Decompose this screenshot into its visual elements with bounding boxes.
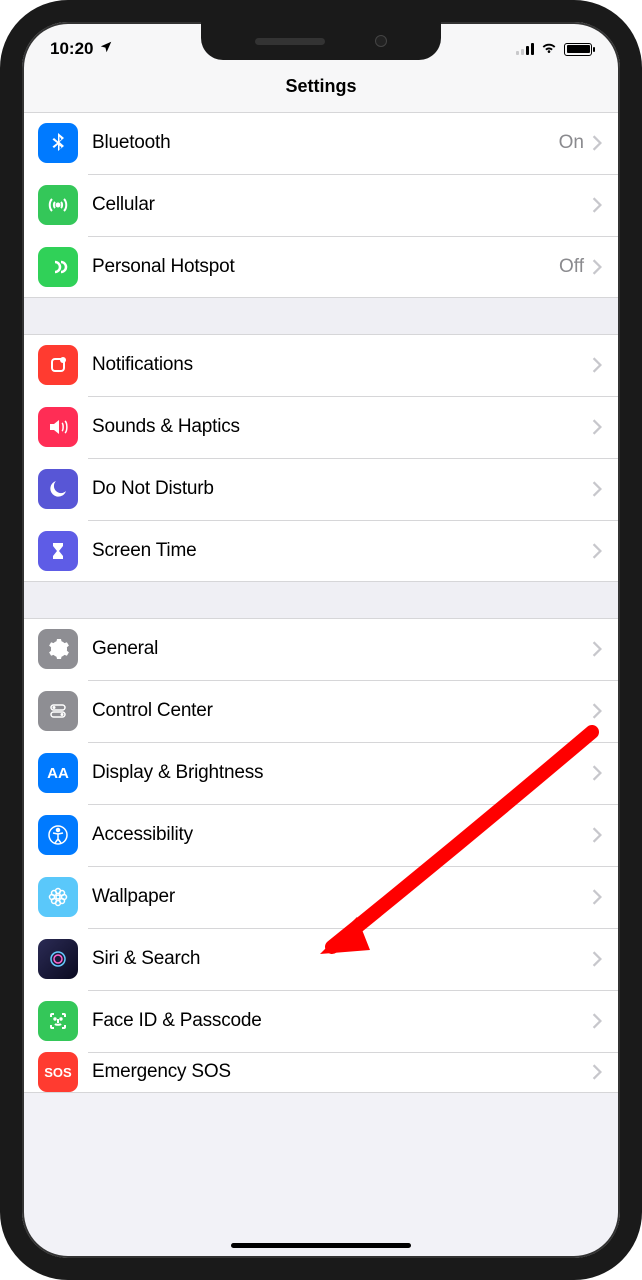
chevron-right-icon: [592, 641, 602, 657]
chevron-right-icon: [592, 135, 602, 151]
row-siri[interactable]: Siri & Search: [22, 928, 620, 990]
chevron-right-icon: [592, 1064, 602, 1080]
row-sounds[interactable]: Sounds & Haptics: [22, 396, 620, 458]
row-general[interactable]: General: [22, 618, 620, 680]
row-cellular[interactable]: Cellular: [22, 174, 620, 236]
row-value: Off: [559, 256, 584, 278]
chevron-right-icon: [592, 827, 602, 843]
row-display[interactable]: AA Display & Brightness: [22, 742, 620, 804]
location-icon: [99, 39, 113, 59]
faceid-icon: [38, 1001, 78, 1041]
row-label: Siri & Search: [92, 948, 592, 970]
row-label: Screen Time: [92, 540, 592, 562]
row-label: Personal Hotspot: [92, 256, 559, 278]
row-label: Notifications: [92, 354, 592, 376]
settings-list[interactable]: Bluetooth On Cellular Personal Hotspot O…: [22, 112, 620, 1093]
row-dnd[interactable]: Do Not Disturb: [22, 458, 620, 520]
chevron-right-icon: [592, 197, 602, 213]
row-label: Do Not Disturb: [92, 478, 592, 500]
row-hotspot[interactable]: Personal Hotspot Off: [22, 236, 620, 298]
row-controlcenter[interactable]: Control Center: [22, 680, 620, 742]
cellular-signal-icon: [516, 43, 534, 55]
antenna-icon: [38, 185, 78, 225]
speaker-icon: [38, 407, 78, 447]
aa-icon: AA: [38, 753, 78, 793]
hourglass-icon: [38, 531, 78, 571]
gear-icon: [38, 629, 78, 669]
switches-icon: [38, 691, 78, 731]
chevron-right-icon: [592, 259, 602, 275]
chevron-right-icon: [592, 357, 602, 373]
sos-icon: SOS: [38, 1052, 78, 1092]
row-label: Bluetooth: [92, 132, 559, 154]
chevron-right-icon: [592, 703, 602, 719]
row-label: Face ID & Passcode: [92, 1010, 592, 1032]
row-faceid[interactable]: Face ID & Passcode: [22, 990, 620, 1052]
row-label: Control Center: [92, 700, 592, 722]
settings-group-connectivity: Bluetooth On Cellular Personal Hotspot O…: [22, 112, 620, 298]
chevron-right-icon: [592, 419, 602, 435]
chevron-right-icon: [592, 951, 602, 967]
row-label: Sounds & Haptics: [92, 416, 592, 438]
settings-group-notifications: Notifications Sounds & Haptics Do Not Di…: [22, 334, 620, 582]
row-bluetooth[interactable]: Bluetooth On: [22, 112, 620, 174]
chevron-right-icon: [592, 543, 602, 559]
flower-icon: [38, 877, 78, 917]
page-title: Settings: [22, 76, 620, 97]
row-screentime[interactable]: Screen Time: [22, 520, 620, 582]
settings-group-general: General Control Center AA Display & Brig…: [22, 618, 620, 1093]
nav-header: Settings: [22, 70, 620, 112]
bell-icon: [38, 345, 78, 385]
chevron-right-icon: [592, 481, 602, 497]
row-wallpaper[interactable]: Wallpaper: [22, 866, 620, 928]
chevron-right-icon: [592, 1013, 602, 1029]
row-notifications[interactable]: Notifications: [22, 334, 620, 396]
row-label: General: [92, 638, 592, 660]
row-label: Accessibility: [92, 824, 592, 846]
bluetooth-icon: [38, 123, 78, 163]
row-value: On: [559, 132, 584, 154]
wifi-icon: [540, 38, 558, 61]
home-indicator[interactable]: [231, 1243, 411, 1248]
row-sos[interactable]: SOS Emergency SOS: [22, 1052, 620, 1093]
moon-icon: [38, 469, 78, 509]
link-icon: [38, 247, 78, 287]
row-accessibility[interactable]: Accessibility: [22, 804, 620, 866]
accessibility-icon: [38, 815, 78, 855]
row-label: Wallpaper: [92, 886, 592, 908]
chevron-right-icon: [592, 889, 602, 905]
row-label: Emergency SOS: [92, 1061, 592, 1083]
battery-icon: [564, 43, 592, 56]
status-time: 10:20: [50, 39, 93, 59]
siri-icon: [38, 939, 78, 979]
chevron-right-icon: [592, 765, 602, 781]
row-label: Cellular: [92, 194, 592, 216]
row-label: Display & Brightness: [92, 762, 592, 784]
